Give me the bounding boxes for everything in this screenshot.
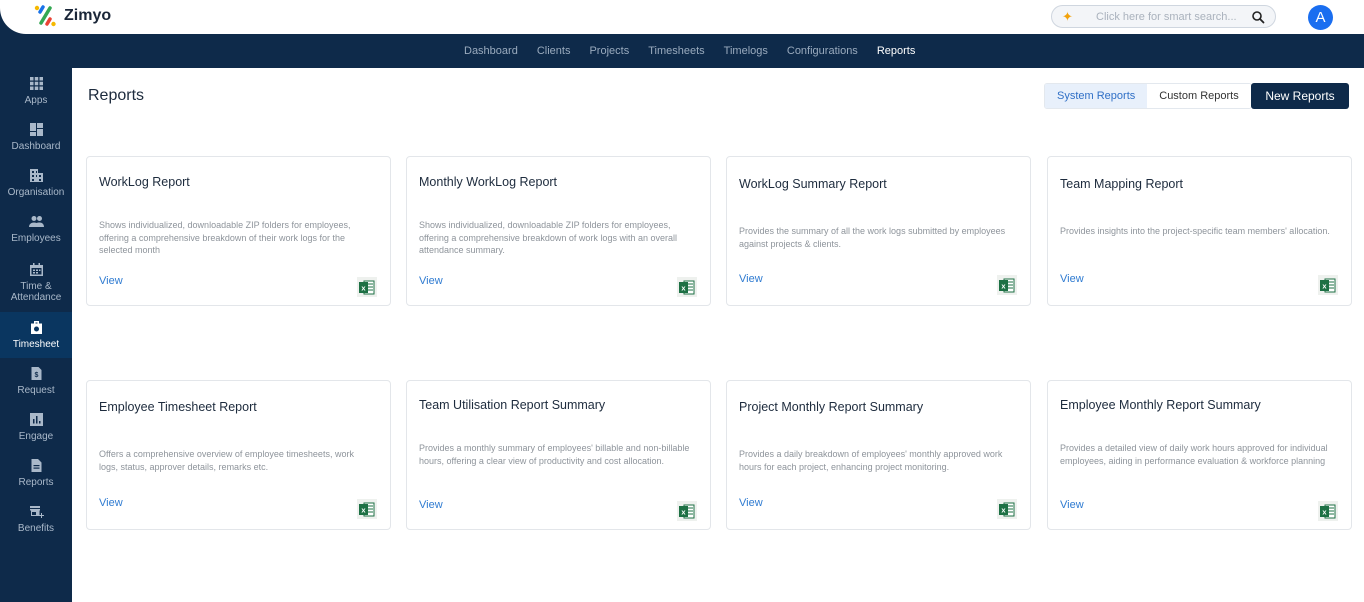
sidebar-label: Apps [24, 95, 48, 106]
apps-grid-icon [29, 77, 43, 90]
people-icon [28, 216, 44, 227]
view-report-link[interactable]: View [1060, 273, 1084, 285]
excel-icon[interactable]: x [997, 275, 1017, 295]
sidebar-label: Reports [18, 477, 54, 488]
view-report-link[interactable]: View [1060, 499, 1084, 511]
sidebar-item-employees[interactable]: Employees [0, 206, 72, 252]
report-card: Project Monthly Report Summary Provides a… [726, 380, 1031, 530]
excel-icon[interactable]: x [1318, 275, 1338, 295]
new-reports-button[interactable]: New Reports [1251, 83, 1349, 109]
view-report-link[interactable]: View [739, 497, 763, 509]
app-logo[interactable]: Zimyo [34, 5, 111, 27]
main-content: Reports System Reports Custom Reports Ne… [72, 68, 1364, 602]
nav-timelogs[interactable]: Timelogs [724, 45, 768, 57]
report-card: Team Mapping Report Provides insights int… [1047, 156, 1352, 306]
report-description: Provides a daily breakdown of employees'… [739, 449, 1003, 472]
sidebar-item-benefits[interactable]: Benefits [0, 496, 72, 542]
report-card: WorkLog Summary Report Provides the summa… [726, 156, 1031, 306]
document-icon [31, 459, 41, 472]
view-report-link[interactable]: View [99, 275, 123, 287]
report-title: WorkLog Report [99, 175, 190, 189]
app-name: Zimyo [64, 7, 112, 24]
search-icon[interactable] [1251, 10, 1265, 24]
user-avatar[interactable]: A [1308, 5, 1333, 30]
top-navigation: Dashboard Clients Projects Timesheets Ti… [0, 34, 1364, 68]
view-report-link[interactable]: View [739, 273, 763, 285]
system-reports-tab[interactable]: System Reports [1045, 84, 1148, 108]
report-description: Provides a detailed view of daily work h… [1060, 443, 1328, 466]
excel-icon[interactable]: x [357, 499, 377, 519]
calendar-icon [29, 262, 43, 276]
sidebar-label: Organisation [7, 187, 65, 198]
sidebar-label: Benefits [17, 523, 55, 534]
excel-icon[interactable]: x [357, 277, 377, 297]
sidebar-label: Request [17, 385, 55, 396]
request-dollar-icon: $ [31, 367, 41, 380]
report-card: Employee Timesheet Report Offers a compre… [86, 380, 391, 530]
smart-search[interactable]: ✦ [1051, 5, 1276, 28]
custom-reports-tab[interactable]: Custom Reports [1147, 84, 1251, 108]
dashboard-icon [29, 123, 43, 136]
sidebar-item-engage[interactable]: Engage [0, 404, 72, 450]
report-description: Offers a comprehensive overview of emplo… [99, 449, 354, 472]
zimyo-logo-icon [34, 5, 56, 27]
sidebar-label: Dashboard [11, 141, 61, 152]
report-description: Provides a monthly summary of employees'… [419, 443, 690, 466]
view-report-link[interactable]: View [419, 499, 443, 511]
page-title: Reports [88, 87, 145, 104]
report-title: Employee Timesheet Report [99, 400, 257, 414]
sidebar-item-reports[interactable]: Reports [0, 450, 72, 496]
nav-configurations[interactable]: Configurations [787, 45, 858, 57]
report-card: Employee Monthly Report Summary Provides … [1047, 380, 1352, 530]
sidebar-item-time-attendance[interactable]: Time & Attendance [0, 252, 72, 312]
sidebar-label: Timesheet [12, 339, 60, 350]
report-title: WorkLog Summary Report [739, 177, 887, 191]
bar-chart-icon [29, 413, 43, 426]
report-title: Team Utilisation Report Summary [419, 398, 606, 412]
report-description: Provides insights into the project-speci… [1060, 226, 1330, 236]
top-bar: Zimyo ✦ A [0, 0, 1364, 34]
nav-dashboard[interactable]: Dashboard [464, 45, 518, 57]
sidebar-label: Employees [11, 233, 61, 244]
report-description: Provides the summary of all the work log… [739, 226, 1006, 249]
nav-reports[interactable]: Reports [877, 45, 916, 57]
store-plus-icon [29, 506, 44, 518]
sidebar: Apps Dashboard Organisation Employees Ti… [0, 68, 72, 602]
nav-timesheets[interactable]: Timesheets [648, 45, 704, 57]
sidebar-item-organisation[interactable]: Organisation [0, 160, 72, 206]
search-input[interactable] [1082, 10, 1251, 23]
svg-text:$: $ [34, 372, 38, 379]
view-report-link[interactable]: View [99, 497, 123, 509]
sparkle-icon: ✦ [1062, 8, 1073, 24]
nav-clients[interactable]: Clients [537, 45, 571, 57]
report-card: Monthly WorkLog Report Shows individualiz… [406, 156, 711, 306]
nav-projects[interactable]: Projects [589, 45, 629, 57]
excel-icon[interactable]: x [677, 501, 697, 521]
building-icon [29, 169, 43, 182]
sidebar-item-dashboard[interactable]: Dashboard [0, 114, 72, 160]
report-title: Project Monthly Report Summary [739, 400, 924, 414]
sidebar-item-apps[interactable]: Apps [0, 68, 72, 114]
sidebar-item-request[interactable]: $ Request [0, 358, 72, 404]
report-title: Employee Monthly Report Summary [1060, 398, 1261, 412]
sidebar-label: Time & Attendance [10, 280, 62, 303]
report-card: WorkLog Report Shows individualized, down… [86, 156, 391, 306]
sidebar-item-timesheet[interactable]: Timesheet [0, 312, 72, 358]
view-report-link[interactable]: View [419, 275, 443, 287]
report-type-toggle: System Reports Custom Reports [1044, 83, 1252, 109]
report-title: Monthly WorkLog Report [419, 175, 558, 189]
excel-icon[interactable]: x [677, 277, 697, 297]
report-description: Shows individualized, downloadable ZIP f… [419, 220, 677, 255]
report-card: Team Utilisation Report Summary Provides … [406, 380, 711, 530]
sidebar-label: Engage [18, 431, 54, 442]
timesheet-bag-icon [30, 321, 42, 334]
excel-icon[interactable]: x [997, 499, 1017, 519]
excel-icon[interactable]: x [1318, 501, 1338, 521]
report-title: Team Mapping Report [1060, 177, 1183, 191]
report-description: Shows individualized, downloadable ZIP f… [99, 220, 351, 255]
